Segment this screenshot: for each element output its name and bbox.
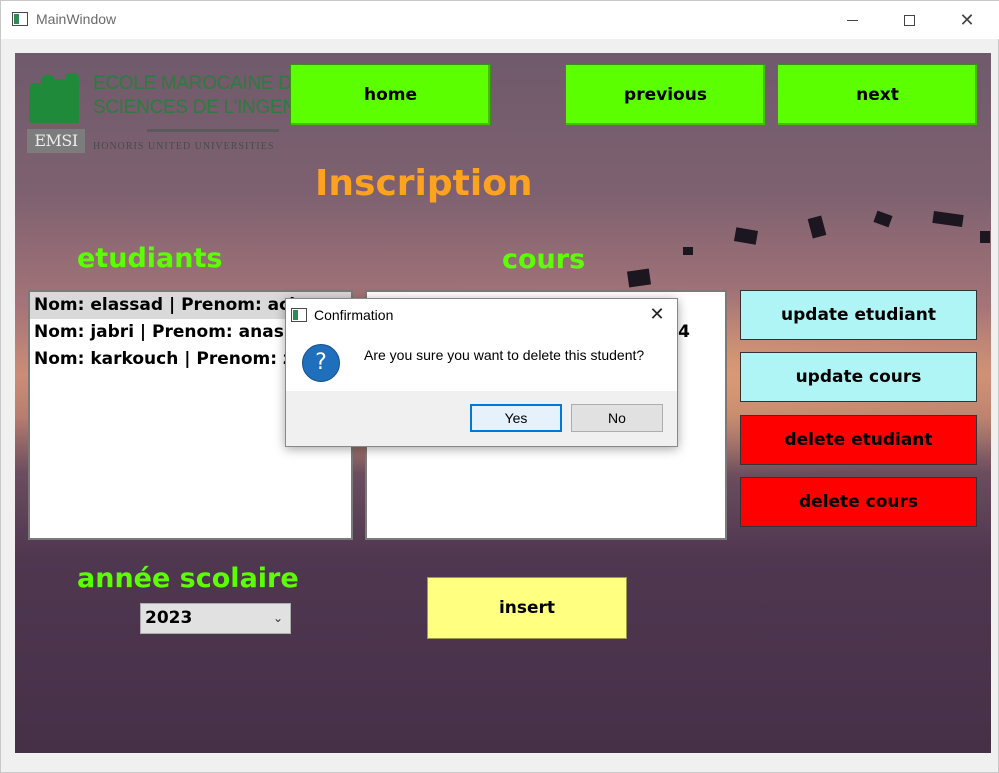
graduation-cap-decoration	[733, 227, 759, 245]
dialog-title-bar[interactable]: Confirmation ✕	[286, 299, 677, 331]
maximize-button[interactable]	[886, 1, 932, 39]
logo-tagline: HONORIS UNITED UNIVERSITIES	[93, 141, 275, 152]
dialog-close-button[interactable]: ✕	[642, 301, 672, 329]
page-title: Inscription	[315, 163, 533, 204]
logo-rule	[147, 129, 279, 132]
annee-scolaire-select[interactable]: 2023 ⌄	[140, 603, 291, 634]
no-button[interactable]: No	[571, 404, 663, 432]
minimize-button[interactable]	[829, 1, 875, 39]
dialog-app-icon	[291, 308, 307, 322]
main-window: MainWindow ✕ EMSI ECOLE MAROCAINE DES SC…	[0, 0, 999, 773]
cours-heading: cours	[502, 244, 586, 275]
update-cours-button[interactable]: update cours	[740, 352, 977, 402]
previous-button[interactable]: previous	[565, 64, 766, 126]
chevron-down-icon: ⌄	[272, 611, 283, 625]
annee-scolaire-heading: année scolaire	[77, 563, 299, 594]
delete-cours-button[interactable]: delete cours	[740, 477, 977, 527]
dialog-title: Confirmation	[314, 307, 394, 323]
delete-etudiant-button[interactable]: delete etudiant	[740, 415, 977, 465]
close-button[interactable]: ✕	[944, 1, 990, 39]
window-title: MainWindow	[36, 11, 117, 27]
title-bar[interactable]: MainWindow ✕	[1, 1, 999, 39]
graduation-cap-decoration	[683, 247, 693, 255]
logo-figure	[65, 73, 79, 123]
graduation-cap-decoration	[807, 215, 827, 239]
graduation-cap-decoration	[873, 210, 893, 228]
question-icon: ?	[302, 344, 340, 382]
next-button[interactable]: next	[777, 64, 978, 126]
dialog-button-bar: Yes No	[286, 391, 677, 446]
list-item-text: 4	[678, 322, 690, 342]
insert-button[interactable]: insert	[427, 577, 627, 639]
app-icon	[12, 12, 28, 26]
yes-button[interactable]: Yes	[470, 404, 562, 432]
logo-line1: ECOLE MAROCAINE DES	[93, 73, 317, 94]
minimize-icon	[846, 19, 858, 21]
update-etudiant-button[interactable]: update etudiant	[740, 290, 977, 340]
emsi-logo: EMSI ECOLE MAROCAINE DES SCIENCES DE L'I…	[27, 67, 340, 157]
logo-figures-icon	[29, 73, 83, 123]
dialog-message: Are you sure you want to delete this stu…	[364, 347, 645, 363]
graduation-cap-decoration	[980, 231, 990, 243]
etudiants-heading: etudiants	[77, 243, 223, 274]
home-button[interactable]: home	[290, 64, 491, 126]
graduation-cap-decoration	[626, 268, 652, 288]
graduation-cap-decoration	[932, 210, 964, 228]
maximize-icon	[903, 14, 915, 26]
confirmation-dialog: Confirmation ✕ ? Are you sure you want t…	[285, 298, 678, 447]
close-icon: ✕	[959, 9, 975, 31]
annee-selected-value: 2023	[145, 608, 193, 628]
logo-badge: EMSI	[27, 129, 85, 153]
